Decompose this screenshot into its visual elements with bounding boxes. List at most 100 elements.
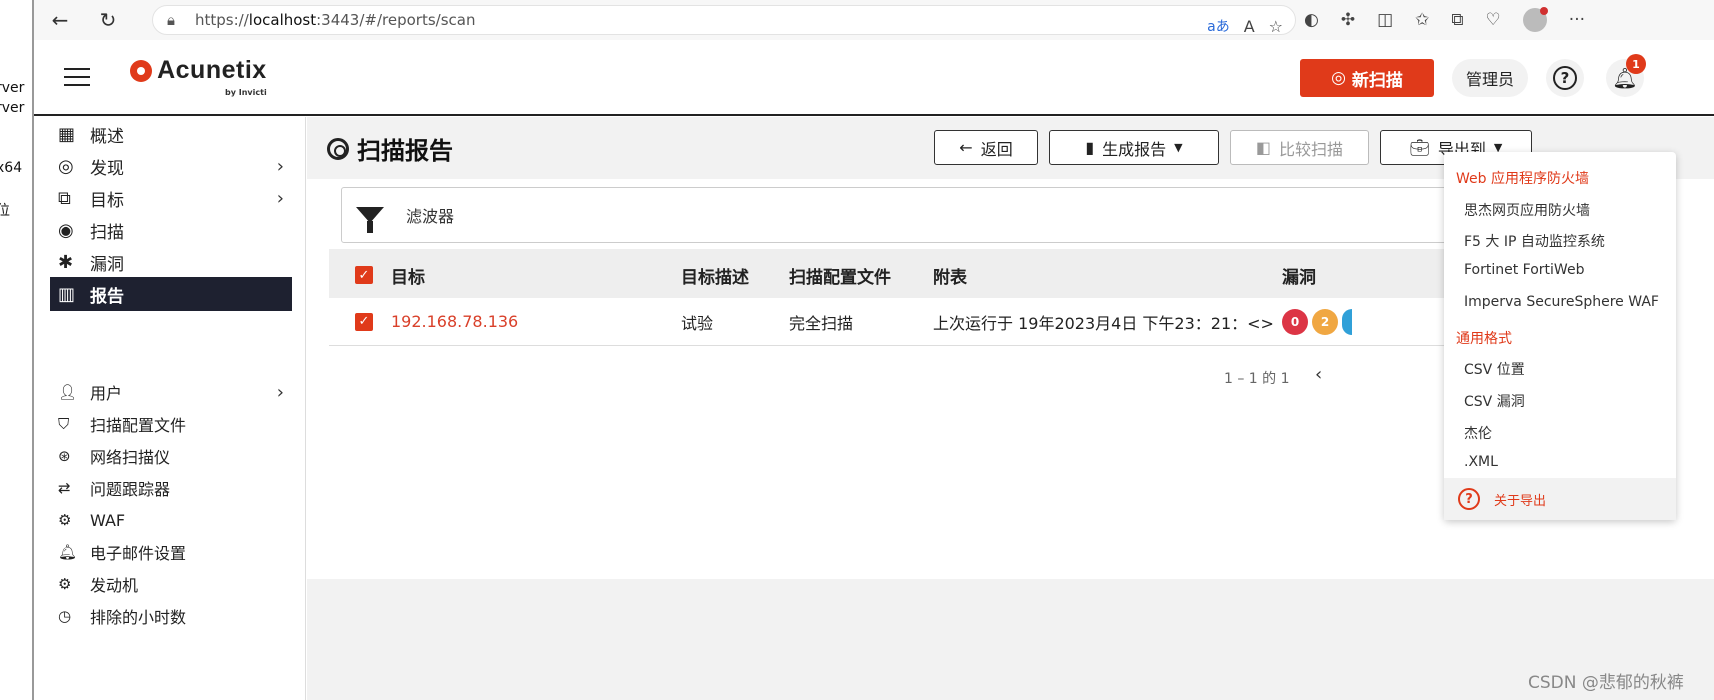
export-item-csv-vulns[interactable]: CSV 漏洞: [1464, 391, 1525, 411]
export-dropdown: Web 应用程序防火墙 思杰网页应用防火墙 F5 大 IP 自动监控系统 For…: [1444, 152, 1676, 520]
export-item-citrix[interactable]: 思杰网页应用防火墙: [1464, 200, 1590, 220]
read-aloud-icon[interactable]: A: [1244, 17, 1255, 36]
dropdown-group-generic: 通用格式: [1456, 331, 1512, 347]
sidebar-item-targets[interactable]: ⧉ 目标 ›: [50, 181, 292, 215]
column-description[interactable]: 目标描述: [681, 263, 749, 288]
new-scan-button[interactable]: ◎ 新扫描: [1300, 59, 1434, 97]
sidebar-item-discovery[interactable]: ◎ 发现 ›: [50, 149, 292, 183]
briefcase-icon: 💼︎: [1409, 138, 1430, 157]
acunetix-logo[interactable]: Acunetix by Invicti: [130, 56, 267, 97]
profile-avatar[interactable]: [1522, 7, 1548, 32]
help-button[interactable]: ?: [1546, 59, 1584, 97]
target-rings-icon: ◎: [58, 155, 74, 177]
back-button[interactable]: ← 返回: [934, 130, 1038, 165]
health-icon[interactable]: ♡: [1486, 10, 1501, 30]
export-item-f5[interactable]: F5 大 IP 自动监控系统: [1464, 231, 1605, 251]
table-row[interactable]: ✓ 192.168.78.136 试验 完全扫描 上次运行于 19年2023月4…: [329, 298, 1559, 346]
admin-button[interactable]: 管理员: [1452, 59, 1528, 97]
column-schedule[interactable]: 附表: [933, 263, 967, 288]
desktop-text: x64: [0, 160, 23, 176]
more-icon[interactable]: ···: [1569, 10, 1585, 30]
column-target[interactable]: 目标: [391, 263, 425, 288]
about-export-item[interactable]: ? 关于导出: [1444, 478, 1676, 520]
logo-mark-icon: [130, 59, 152, 82]
help-icon: ?: [1553, 66, 1577, 90]
back-label: 返回: [980, 139, 1013, 159]
page-title-text: 扫描报告: [357, 137, 453, 165]
favorite-star-icon[interactable]: ☆: [1269, 17, 1283, 36]
url-prefix: https://: [195, 11, 249, 29]
translate-icon[interactable]: aあ: [1207, 16, 1230, 36]
reload-icon[interactable]: ↻: [90, 2, 126, 38]
url-rest: :3443/#/reports/scan: [316, 11, 476, 29]
sidebar-item-label: 报告: [90, 286, 124, 307]
notification-badge: 1: [1626, 54, 1646, 74]
table-header: ✓ 目标 目标描述 扫描配置文件 附表 漏洞: [329, 249, 1559, 301]
generate-report-button[interactable]: ▮ 生成报告 ▼: [1049, 130, 1219, 165]
filter-label: 滤波器: [406, 207, 455, 226]
sidebar-item-vulnerabilities[interactable]: ✱ 漏洞: [50, 245, 292, 279]
dashboard-icon: ▦: [58, 123, 76, 145]
sidebar-item-label: 电子邮件设置: [90, 544, 187, 563]
compare-scans-button[interactable]: ◧ 比较扫描: [1230, 130, 1369, 165]
chevron-right-icon: ›: [276, 187, 284, 209]
critical-count-badge: 0: [1282, 308, 1308, 335]
sidebar-item-engines[interactable]: ⚙ 发动机: [50, 567, 292, 601]
sidebar-item-excluded-hours[interactable]: ◷ 排除的小时数: [50, 599, 292, 633]
sidebar-item-scans[interactable]: ◉ 扫描: [50, 213, 292, 247]
caret-down-icon: ▼: [1174, 141, 1183, 154]
filter-bar[interactable]: 滤波器: [341, 187, 1561, 243]
address-bar[interactable]: 🔒︎ https://localhost:3443/#/reports/scan…: [152, 5, 1296, 36]
lock-icon: 🔒︎: [167, 11, 175, 29]
desktop-text: rver: [0, 80, 25, 96]
scan-profile: 完全扫描: [789, 313, 854, 333]
sidebar-item-reports[interactable]: ▥ 报告: [50, 277, 292, 311]
sidebar-item-label: 概述: [90, 126, 124, 147]
favorites-icon[interactable]: ✩: [1415, 10, 1429, 30]
sidebar-item-label: 排除的小时数: [90, 608, 187, 627]
brand-name: Acunetix: [157, 56, 267, 84]
select-all-checkbox[interactable]: ✓: [355, 266, 373, 284]
network-icon: ⊛: [58, 447, 71, 465]
scan-icon: ◉: [58, 219, 74, 241]
back-arrow-icon[interactable]: ←: [42, 2, 78, 38]
column-profile[interactable]: 扫描配置文件: [789, 263, 891, 288]
chevron-left-icon[interactable]: ‹: [1315, 364, 1322, 385]
sidebar-item-scan-profiles[interactable]: ⛉ 扫描配置文件: [50, 407, 292, 441]
sidebar-item-users[interactable]: 👤︎ 用户 ›: [50, 375, 292, 409]
desktop-text: 位: [0, 200, 10, 220]
collections-icon[interactable]: ⧉: [1451, 10, 1463, 30]
column-vulnerabilities[interactable]: 漏洞: [1282, 263, 1316, 288]
desktop-text: rver: [0, 100, 25, 116]
schedule-text: 上次运行于 19年2023月4日 下午23：21：<>: [933, 313, 1274, 333]
shield-icon: ⛉: [58, 415, 70, 433]
export-item-fortiweb[interactable]: Fortinet FortiWeb: [1464, 262, 1584, 278]
export-item-xml[interactable]: .XML: [1464, 454, 1498, 470]
target-link[interactable]: 192.168.78.136: [391, 312, 518, 331]
screen: rver rver x64 位 ← ↻ 🔒︎ https://localhost…: [0, 0, 1714, 700]
new-scan-label: 新扫描: [1351, 70, 1403, 91]
export-item-csv-locations[interactable]: CSV 位置: [1464, 359, 1525, 379]
sidebar-item-overview[interactable]: ▦ 概述: [50, 117, 292, 151]
desktop-strip: rver rver x64 位: [0, 0, 34, 700]
export-item-imperva[interactable]: Imperva SecureSphere WAF: [1464, 294, 1659, 310]
user-icon: 👤︎: [58, 383, 78, 401]
arrow-left-icon: ←: [959, 138, 973, 157]
watermark: CSDN @悲郁的秋裤: [1528, 673, 1684, 693]
compare-label: 比较扫描: [1279, 139, 1344, 159]
menu-icon[interactable]: [64, 68, 90, 86]
sidebar-item-email-settings[interactable]: 🔔︎ 电子邮件设置: [50, 535, 292, 569]
sidebar-item-label: 扫描: [90, 222, 124, 243]
about-export-label: 关于导出: [1494, 493, 1547, 509]
row-checkbox[interactable]: ✓: [355, 312, 373, 331]
export-item-json[interactable]: 杰伦: [1464, 423, 1492, 443]
sidebar: ▦ 概述 ◎ 发现 › ⧉ 目标 › ◉ 扫描 ✱ 漏洞 ▥ 报告 👤︎ 用户 …: [34, 117, 306, 700]
puzzle-icon[interactable]: ✣: [1341, 10, 1355, 30]
extension-icon[interactable]: ◐: [1304, 10, 1319, 30]
sidebar-item-waf[interactable]: ⚙ WAF: [50, 503, 292, 537]
sidebar-item-label: 网络扫描仪: [90, 448, 171, 467]
sidebar-item-issue-trackers[interactable]: ⇄ 问题跟踪器: [50, 471, 292, 505]
sidebar-item-label: 问题跟踪器: [90, 480, 171, 499]
split-screen-icon[interactable]: ◫: [1377, 10, 1393, 30]
sidebar-item-network-scanner[interactable]: ⊛ 网络扫描仪: [50, 439, 292, 473]
